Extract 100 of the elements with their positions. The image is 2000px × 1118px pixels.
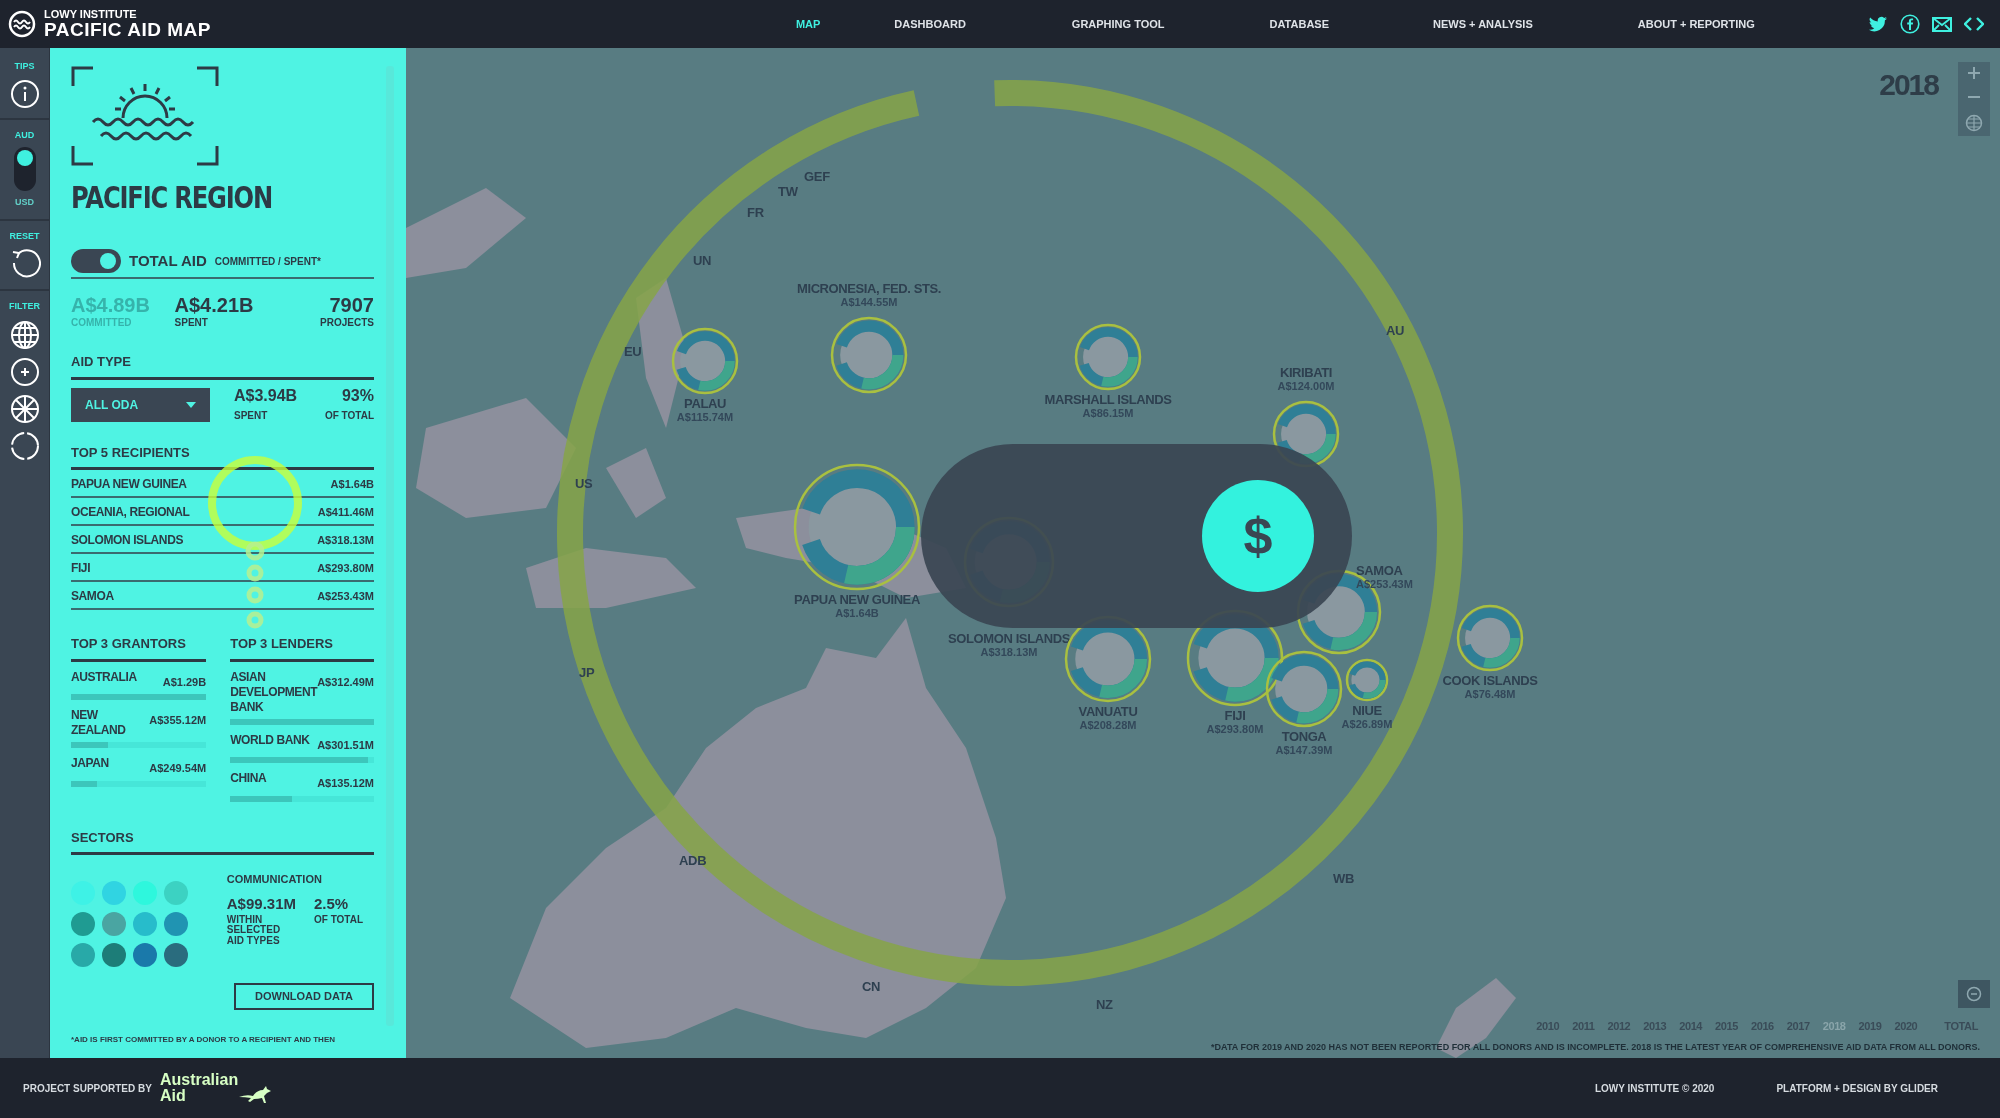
section-heading: TOP 5 RECIPIENTS: [71, 442, 374, 470]
sector-icon[interactable]: [102, 912, 126, 936]
donor-label: FR: [747, 204, 764, 222]
nav-link[interactable]: MAP: [795, 15, 821, 33]
info-icon[interactable]: [9, 78, 40, 109]
download-data-button[interactable]: DOWNLOAD DATA: [234, 983, 374, 1010]
waves-logo-icon[interactable]: [8, 10, 36, 38]
section-heading: TOP 3 GRANTORS: [71, 634, 207, 662]
filter-label: FILTER: [9, 300, 40, 313]
section-heading: TOP 3 LENDERS: [230, 634, 374, 662]
recipient-name: FIJI: [71, 561, 91, 576]
donor-value: A$1.29B: [162, 674, 207, 690]
stat-value: A$4.21B: [174, 295, 254, 315]
stat-label: COMMITTED: [71, 316, 133, 330]
donut-marker[interactable]: [1456, 604, 1524, 672]
sector-icon[interactable]: [164, 912, 188, 936]
site-title[interactable]: PACIFIC AID MAP: [44, 20, 211, 39]
reset-label: RESET: [9, 229, 40, 243]
sector-name: COMMUNICATION: [226, 872, 323, 887]
logo-text: Aid: [159, 1088, 187, 1104]
plus-icon[interactable]: [1967, 66, 1981, 80]
stat-value: A$99.31M: [226, 895, 296, 911]
donut-marker[interactable]: [1265, 650, 1343, 728]
donor-label: JP: [579, 664, 595, 682]
total-aid-label: TOTAL AID: [129, 250, 207, 271]
donor-value: A$135.12M: [317, 776, 374, 791]
landmass: [606, 448, 666, 518]
donor-value: A$312.49M: [317, 674, 374, 688]
caret-icon: [186, 401, 196, 408]
currency-label: AUD: [14, 128, 35, 142]
donut-marker[interactable]: [671, 327, 739, 395]
map-footnote: *DATA FOR 2019 AND 2020 HAS NOT BEEN REPORTED FOR ALL DONORS AND IS INCOMPLETE. 2018 IS THE LATEST YEAR OF COMPREHENSIVE AID DATA FROM ALL DONORS.: [1211, 1040, 1980, 1054]
nav-link[interactable]: DASHBOARD: [894, 15, 966, 33]
nav-link[interactable]: ABOUT + REPORTING: [1637, 15, 1755, 33]
donor-label: GEF: [804, 168, 830, 186]
plus-circle-icon[interactable]: [8, 355, 41, 388]
stat-label: SPENT: [234, 408, 269, 423]
recipient-value: A$293.80M: [317, 560, 374, 576]
recipient-name: SAMOA: [71, 589, 114, 604]
stat-value: A$3.94B: [234, 387, 298, 404]
stat-label: SPENT: [174, 316, 209, 330]
recipient-value: A$1.64B: [330, 476, 374, 492]
loading-circle-icon[interactable]: [8, 429, 41, 462]
donor-name: NEW ZEALAND: [71, 708, 127, 738]
nav-link[interactable]: DATABASE: [1269, 15, 1330, 33]
donut-marker[interactable]: [1345, 658, 1389, 702]
nav-link[interactable]: GRAPHING TOOL: [1071, 15, 1165, 33]
donor-label: US: [575, 475, 593, 493]
country-name: NIUE: [1352, 704, 1382, 719]
country-name: FIJI: [1224, 709, 1246, 724]
mail-icon[interactable]: [1932, 16, 1952, 32]
stat-label: OF TOTAL: [324, 408, 374, 423]
year-display: 2018: [1879, 67, 1938, 103]
wheel-icon[interactable]: [8, 392, 41, 425]
donor-label: TW: [778, 183, 798, 201]
sector-icon[interactable]: [164, 943, 188, 967]
recipient-name: PAPUA NEW GUINEA: [71, 477, 187, 492]
recipient-name: SOLOMON ISLANDS: [71, 533, 183, 548]
donut-marker[interactable]: [793, 463, 921, 591]
stat-value: 7907: [329, 295, 374, 315]
globe-icon[interactable]: [8, 318, 41, 351]
section-heading: SECTORS: [71, 827, 374, 855]
stat-value: 2.5%: [314, 895, 350, 911]
donut-marker[interactable]: [830, 316, 908, 394]
donor-label: EU: [624, 343, 642, 361]
country-name: TONGA: [1281, 730, 1327, 745]
tips-label: TIPS: [14, 60, 35, 73]
country-name: PAPUA NEW GUINEA: [794, 593, 920, 608]
donor-label: CN: [862, 978, 881, 996]
country-name: SAMOA: [1356, 564, 1403, 579]
donor-value: A$249.54M: [149, 761, 207, 776]
country-name: MARSHALL ISLANDS: [1044, 393, 1172, 408]
currency-switch[interactable]: $: [1202, 480, 1314, 592]
bird-icon[interactable]: [1868, 15, 1888, 33]
recipient-value: A$253.43M: [317, 588, 374, 604]
sector-icon[interactable]: [102, 943, 126, 967]
currency-label: USD: [15, 196, 34, 209]
donut-marker[interactable]: [1074, 323, 1142, 391]
section-heading: AID TYPE: [71, 352, 374, 380]
map-corner-button[interactable]: [1958, 980, 1990, 1008]
country-name: COOK ISLANDS: [1442, 674, 1538, 689]
donor-value: A$355.12M: [149, 713, 207, 728]
sector-icon[interactable]: [133, 943, 157, 967]
total-aid-switch[interactable]: [71, 249, 121, 273]
recipient-value: A$411.46M: [317, 504, 374, 520]
donor-name: ASIAN DEVELOPMENT BANK: [230, 669, 318, 715]
country-name: VANUATU: [1078, 705, 1138, 720]
sector-icon[interactable]: [71, 912, 95, 936]
facebook-icon[interactable]: [1900, 14, 1920, 34]
credit-text: PLATFORM + DESIGN BY GLIDER: [1776, 1081, 1938, 1096]
kangaroo-icon: [238, 1084, 273, 1104]
nav-link[interactable]: NEWS + ANALYSIS: [1433, 15, 1533, 33]
code-icon[interactable]: [1964, 17, 1984, 31]
aid-type-dropdown[interactable]: ALL ODA: [71, 387, 210, 422]
country-value: A$26.89M: [1341, 718, 1393, 731]
country-name: MICRONESIA, FED. STS.: [797, 282, 941, 297]
sector-icon[interactable]: [71, 943, 95, 967]
donor-value: A$301.51M: [317, 737, 374, 753]
logo-text: Australian: [159, 1072, 239, 1088]
currency-toggle[interactable]: [13, 147, 36, 191]
